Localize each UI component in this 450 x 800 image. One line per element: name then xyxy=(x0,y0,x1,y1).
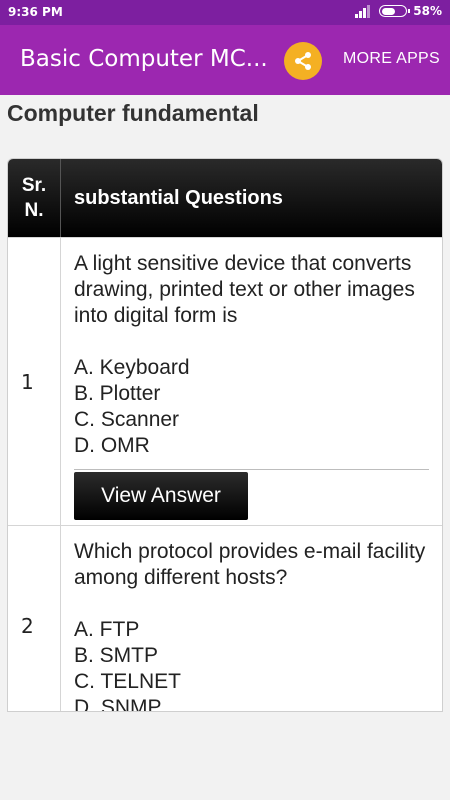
question-cell: Which protocol provides e-mail facility … xyxy=(61,526,442,712)
more-apps-button[interactable]: MORE APPS xyxy=(343,50,440,68)
app-title: Basic Computer MC... xyxy=(20,46,268,72)
options-list: A. Keyboard B. Plotter C. Scanner D. OMR xyxy=(74,355,429,459)
section-heading: Computer fundamental xyxy=(7,100,259,126)
battery-icon xyxy=(379,5,411,17)
header-serial-number: Sr. N. xyxy=(8,159,61,237)
table-header: Sr. N. substantial Questions xyxy=(8,159,442,237)
header-sr-line1: Sr. xyxy=(21,175,47,196)
divider xyxy=(74,469,429,470)
share-button[interactable] xyxy=(284,42,322,80)
view-answer-button[interactable]: View Answer xyxy=(74,472,248,520)
row-number: 2 xyxy=(8,526,61,711)
signal-icon xyxy=(355,4,373,18)
status-time: 9:36 PM xyxy=(8,5,63,19)
option-a: A. Keyboard xyxy=(74,356,190,379)
option-b: B. SMTP xyxy=(74,644,159,667)
option-b: B. Plotter xyxy=(74,382,161,405)
option-c: C. Scanner xyxy=(74,408,180,431)
options-list: A. FTP B. SMTP C. TELNET D. SNMP xyxy=(74,617,429,712)
questions-table: Sr. N. substantial Questions 1 A light s… xyxy=(7,158,443,712)
table-row: 1 A light sensitive device that converts… xyxy=(8,237,442,525)
question-cell: A light sensitive device that converts d… xyxy=(61,238,442,525)
option-a: A. FTP xyxy=(74,618,140,641)
battery-fill xyxy=(381,7,395,15)
status-icons: 58% xyxy=(355,4,442,18)
battery-percent: 58% xyxy=(413,4,442,18)
question-text: Which protocol provides e-mail facility … xyxy=(74,540,426,589)
row-number: 1 xyxy=(8,238,61,525)
app-bar: Basic Computer MC... MORE APPS xyxy=(0,25,450,95)
option-c: C. TELNET xyxy=(74,670,181,693)
status-bar: 9:36 PM 58% xyxy=(0,0,450,25)
header-questions: substantial Questions xyxy=(74,186,283,209)
option-d: D. OMR xyxy=(74,434,150,457)
table-row: 2 Which protocol provides e-mail facilit… xyxy=(8,525,442,712)
share-icon xyxy=(295,52,311,70)
header-sr-line2: N. xyxy=(24,200,44,221)
question-text: A light sensitive device that converts d… xyxy=(74,252,415,327)
option-d: D. SNMP xyxy=(74,696,162,712)
